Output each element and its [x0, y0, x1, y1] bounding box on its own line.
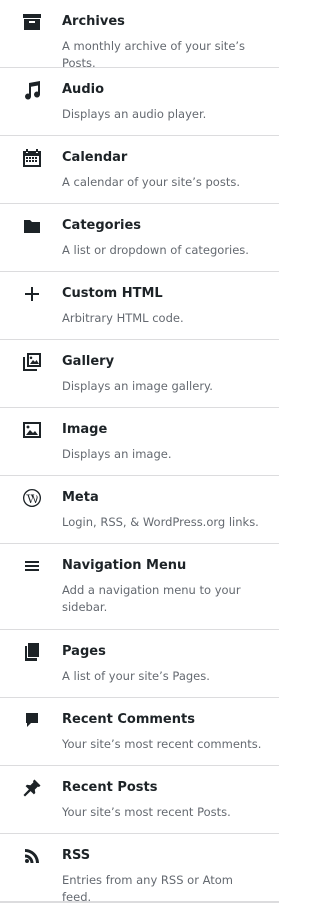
widget-item-gallery[interactable]: Gallery Displays an image gallery.: [0, 340, 279, 408]
widget-item-pages[interactable]: Pages A list of your site’s Pages.: [0, 630, 279, 698]
wordpress-icon: [22, 488, 42, 508]
widget-item-recent-comments[interactable]: Recent Comments Your site’s most recent …: [0, 698, 279, 766]
widget-title: Audio: [62, 82, 105, 97]
rss-icon: [22, 846, 42, 866]
widget-description: Your site’s most recent Posts.: [62, 805, 231, 819]
widget-description: Entries from any RSS or Atom feed.: [62, 873, 234, 904]
folder-icon: [22, 216, 42, 236]
widget-description: A calendar of your site’s posts.: [62, 175, 240, 189]
widget-description: Displays an audio player.: [62, 107, 207, 121]
plus-icon: [22, 284, 42, 304]
widget-description: A list or dropdown of categories.: [62, 243, 249, 257]
widget-item-categories[interactable]: Categories A list or dropdown of categor…: [0, 204, 279, 272]
widget-item-calendar[interactable]: Calendar A calendar of your site’s posts…: [0, 136, 279, 204]
widget-item-navigation-menu[interactable]: Navigation Menu Add a navigation menu to…: [0, 544, 279, 630]
widget-title: Categories: [62, 218, 142, 233]
widget-list: Archives A monthly archive of your site’…: [0, 0, 279, 904]
widget-description: A list of your site’s Pages.: [62, 669, 210, 683]
widget-item-recent-posts[interactable]: Recent Posts Your site’s most recent Pos…: [0, 766, 279, 834]
widget-title: Gallery: [62, 354, 115, 369]
widget-title: Pages: [62, 644, 106, 659]
pages-icon: [22, 642, 42, 662]
image-icon: [22, 420, 42, 440]
widget-item-meta[interactable]: Meta Login, RSS, & WordPress.org links.: [0, 476, 279, 544]
menu-icon: [22, 556, 42, 576]
widget-title: Meta: [62, 490, 99, 505]
widget-description: Displays an image.: [62, 447, 172, 461]
widget-title: Image: [62, 422, 108, 437]
widget-item-custom-html[interactable]: Custom HTML Arbitrary HTML code.: [0, 272, 279, 340]
widget-title: Navigation Menu: [62, 558, 187, 573]
pushpin-icon: [22, 778, 42, 798]
widget-title: Archives: [62, 14, 125, 29]
music-note-icon: [22, 80, 42, 100]
widget-title: RSS: [62, 848, 91, 863]
archive-icon: [22, 12, 42, 32]
widget-description: A monthly archive of your site’s Posts.: [62, 39, 246, 70]
widget-title: Recent Comments: [62, 712, 195, 727]
widget-item-image[interactable]: Image Displays an image.: [0, 408, 279, 476]
widget-description: Login, RSS, & WordPress.org links.: [62, 515, 259, 529]
calendar-icon: [22, 148, 42, 168]
widget-title: Calendar: [62, 150, 128, 165]
widget-description: Add a navigation menu to your sidebar.: [62, 583, 241, 614]
comment-icon: [22, 710, 42, 730]
widget-title: Recent Posts: [62, 780, 158, 795]
widget-item-audio[interactable]: Audio Displays an audio player.: [0, 68, 279, 136]
widget-description: Displays an image gallery.: [62, 379, 213, 393]
widget-description: Your site’s most recent comments.: [62, 737, 262, 751]
widget-item-rss[interactable]: RSS Entries from any RSS or Atom feed.: [0, 834, 279, 904]
widget-title: Custom HTML: [62, 286, 163, 301]
widget-item-archives[interactable]: Archives A monthly archive of your site’…: [0, 0, 279, 70]
widget-description: Arbitrary HTML code.: [62, 311, 184, 325]
gallery-icon: [22, 352, 42, 372]
